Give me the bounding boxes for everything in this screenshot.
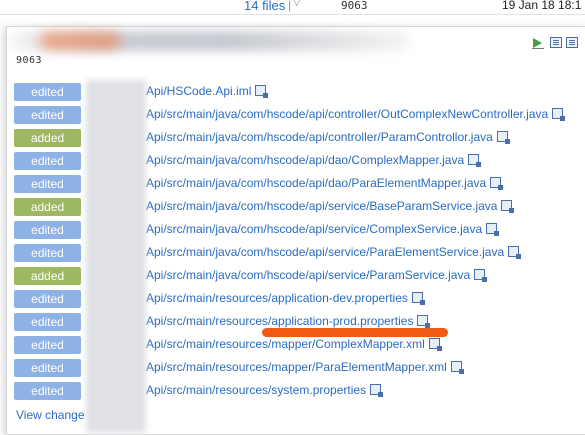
run-icon[interactable] [532, 37, 546, 49]
open-in-ide-icon[interactable] [255, 85, 269, 98]
commit-row-header: 14 files | ▽ 9063 19 Jan 18 18:1 [0, 0, 585, 14]
file-path-text[interactable]: Api/src/main/java/com/hscode/api/control… [146, 107, 548, 121]
file-path-link[interactable]: Api/src/main/java/com/hscode/api/dao/Par… [146, 176, 504, 190]
status-badge: added [14, 198, 81, 216]
highlight-underline [262, 328, 448, 337]
status-badge: added [14, 129, 81, 147]
open-in-ide-icon[interactable] [474, 269, 488, 282]
file-path-text[interactable]: Api/src/main/resources/application-prod.… [146, 314, 413, 328]
file-path-link[interactable]: Api/src/main/java/com/hscode/api/control… [146, 130, 510, 144]
open-in-ide-icon[interactable] [508, 246, 522, 259]
status-badge: edited [14, 152, 81, 170]
file-path-text[interactable]: Api/src/main/java/com/hscode/api/dao/Par… [146, 176, 486, 190]
open-in-ide-icon[interactable] [428, 338, 442, 351]
file-path-link[interactable]: Api/src/main/java/com/hscode/api/control… [146, 107, 566, 121]
status-badge: edited [14, 221, 81, 239]
file-path-link[interactable]: Api/src/main/java/com/hscode/api/service… [146, 199, 515, 213]
view-changes-link[interactable]: View change [16, 408, 85, 422]
file-path-text[interactable]: Api/src/main/java/com/hscode/api/service… [146, 222, 482, 236]
file-path-link[interactable]: Api/src/main/java/com/hscode/api/service… [146, 222, 500, 236]
open-in-ide-icon[interactable] [486, 223, 500, 236]
file-path-link[interactable]: Api/src/main/resources/application-dev.p… [146, 291, 425, 305]
status-badge: edited [14, 244, 81, 262]
file-path-text[interactable]: Api/src/main/resources/application-dev.p… [146, 291, 408, 305]
file-path-link[interactable]: Api/src/main/resources/system.properties [146, 383, 384, 397]
redacted-column [86, 80, 146, 433]
copy-icon[interactable] [566, 37, 578, 48]
file-path-text[interactable]: Api/HSCode.Api.iml [146, 84, 251, 98]
file-path-link[interactable]: Api/src/main/resources/application-prod.… [146, 314, 431, 328]
popup-toolbar [532, 37, 578, 49]
status-badge: edited [14, 313, 81, 331]
file-path-text[interactable]: Api/src/main/java/com/hscode/api/service… [146, 268, 470, 282]
open-in-ide-icon[interactable] [417, 315, 431, 328]
status-badge: edited [14, 175, 81, 193]
status-badge: edited [14, 106, 81, 124]
divider [0, 14, 585, 15]
file-path-link[interactable]: Api/src/main/resources/mapper/ComplexMap… [146, 337, 442, 351]
commit-hash[interactable]: 9063 [341, 0, 368, 12]
file-path-text[interactable]: Api/src/main/resources/mapper/ComplexMap… [146, 337, 425, 351]
status-badge: edited [14, 290, 81, 308]
open-in-ide-icon[interactable] [490, 177, 504, 190]
status-badge: edited [14, 359, 81, 377]
open-in-ide-icon[interactable] [552, 108, 566, 121]
open-in-ide-icon[interactable] [501, 200, 515, 213]
file-path-link[interactable]: Api/src/main/resources/mapper/ParaElemen… [146, 360, 464, 374]
open-in-ide-icon[interactable] [450, 361, 464, 374]
status-badge: added [14, 267, 81, 285]
file-path-link[interactable]: Api/src/main/java/com/hscode/api/service… [146, 245, 522, 259]
open-in-ide-icon[interactable] [411, 292, 425, 305]
chevron-down-icon[interactable]: ▽ [293, 0, 301, 8]
status-badge: edited [14, 336, 81, 354]
open-in-ide-icon[interactable] [496, 131, 510, 144]
file-path-link[interactable]: Api/src/main/java/com/hscode/api/service… [146, 268, 488, 282]
open-in-ide-icon[interactable] [370, 384, 384, 397]
commit-date: 19 Jan 18 18:1 [502, 0, 582, 12]
file-path-link[interactable]: Api/src/main/java/com/hscode/api/dao/Com… [146, 153, 482, 167]
file-path-text[interactable]: Api/src/main/java/com/hscode/api/service… [146, 199, 497, 213]
open-in-ide-icon[interactable] [550, 37, 562, 48]
file-path-text[interactable]: Api/src/main/java/com/hscode/api/control… [146, 130, 493, 144]
file-path-link[interactable]: Api/HSCode.Api.iml [146, 84, 269, 98]
files-count-link[interactable]: 14 files [244, 0, 285, 13]
popup-commit-hash: 9063 [16, 55, 43, 66]
file-path-text[interactable]: Api/src/main/java/com/hscode/api/service… [146, 245, 504, 259]
file-path-text[interactable]: Api/src/main/resources/system.properties [146, 383, 366, 397]
file-path-text[interactable]: Api/src/main/resources/mapper/ParaElemen… [146, 360, 447, 374]
open-in-ide-icon[interactable] [468, 154, 482, 167]
status-badge: edited [14, 83, 81, 101]
redacted-avatar [40, 33, 120, 49]
status-badge: edited [14, 382, 81, 400]
separator: | [288, 0, 292, 12]
file-path-text[interactable]: Api/src/main/java/com/hscode/api/dao/Com… [146, 153, 464, 167]
